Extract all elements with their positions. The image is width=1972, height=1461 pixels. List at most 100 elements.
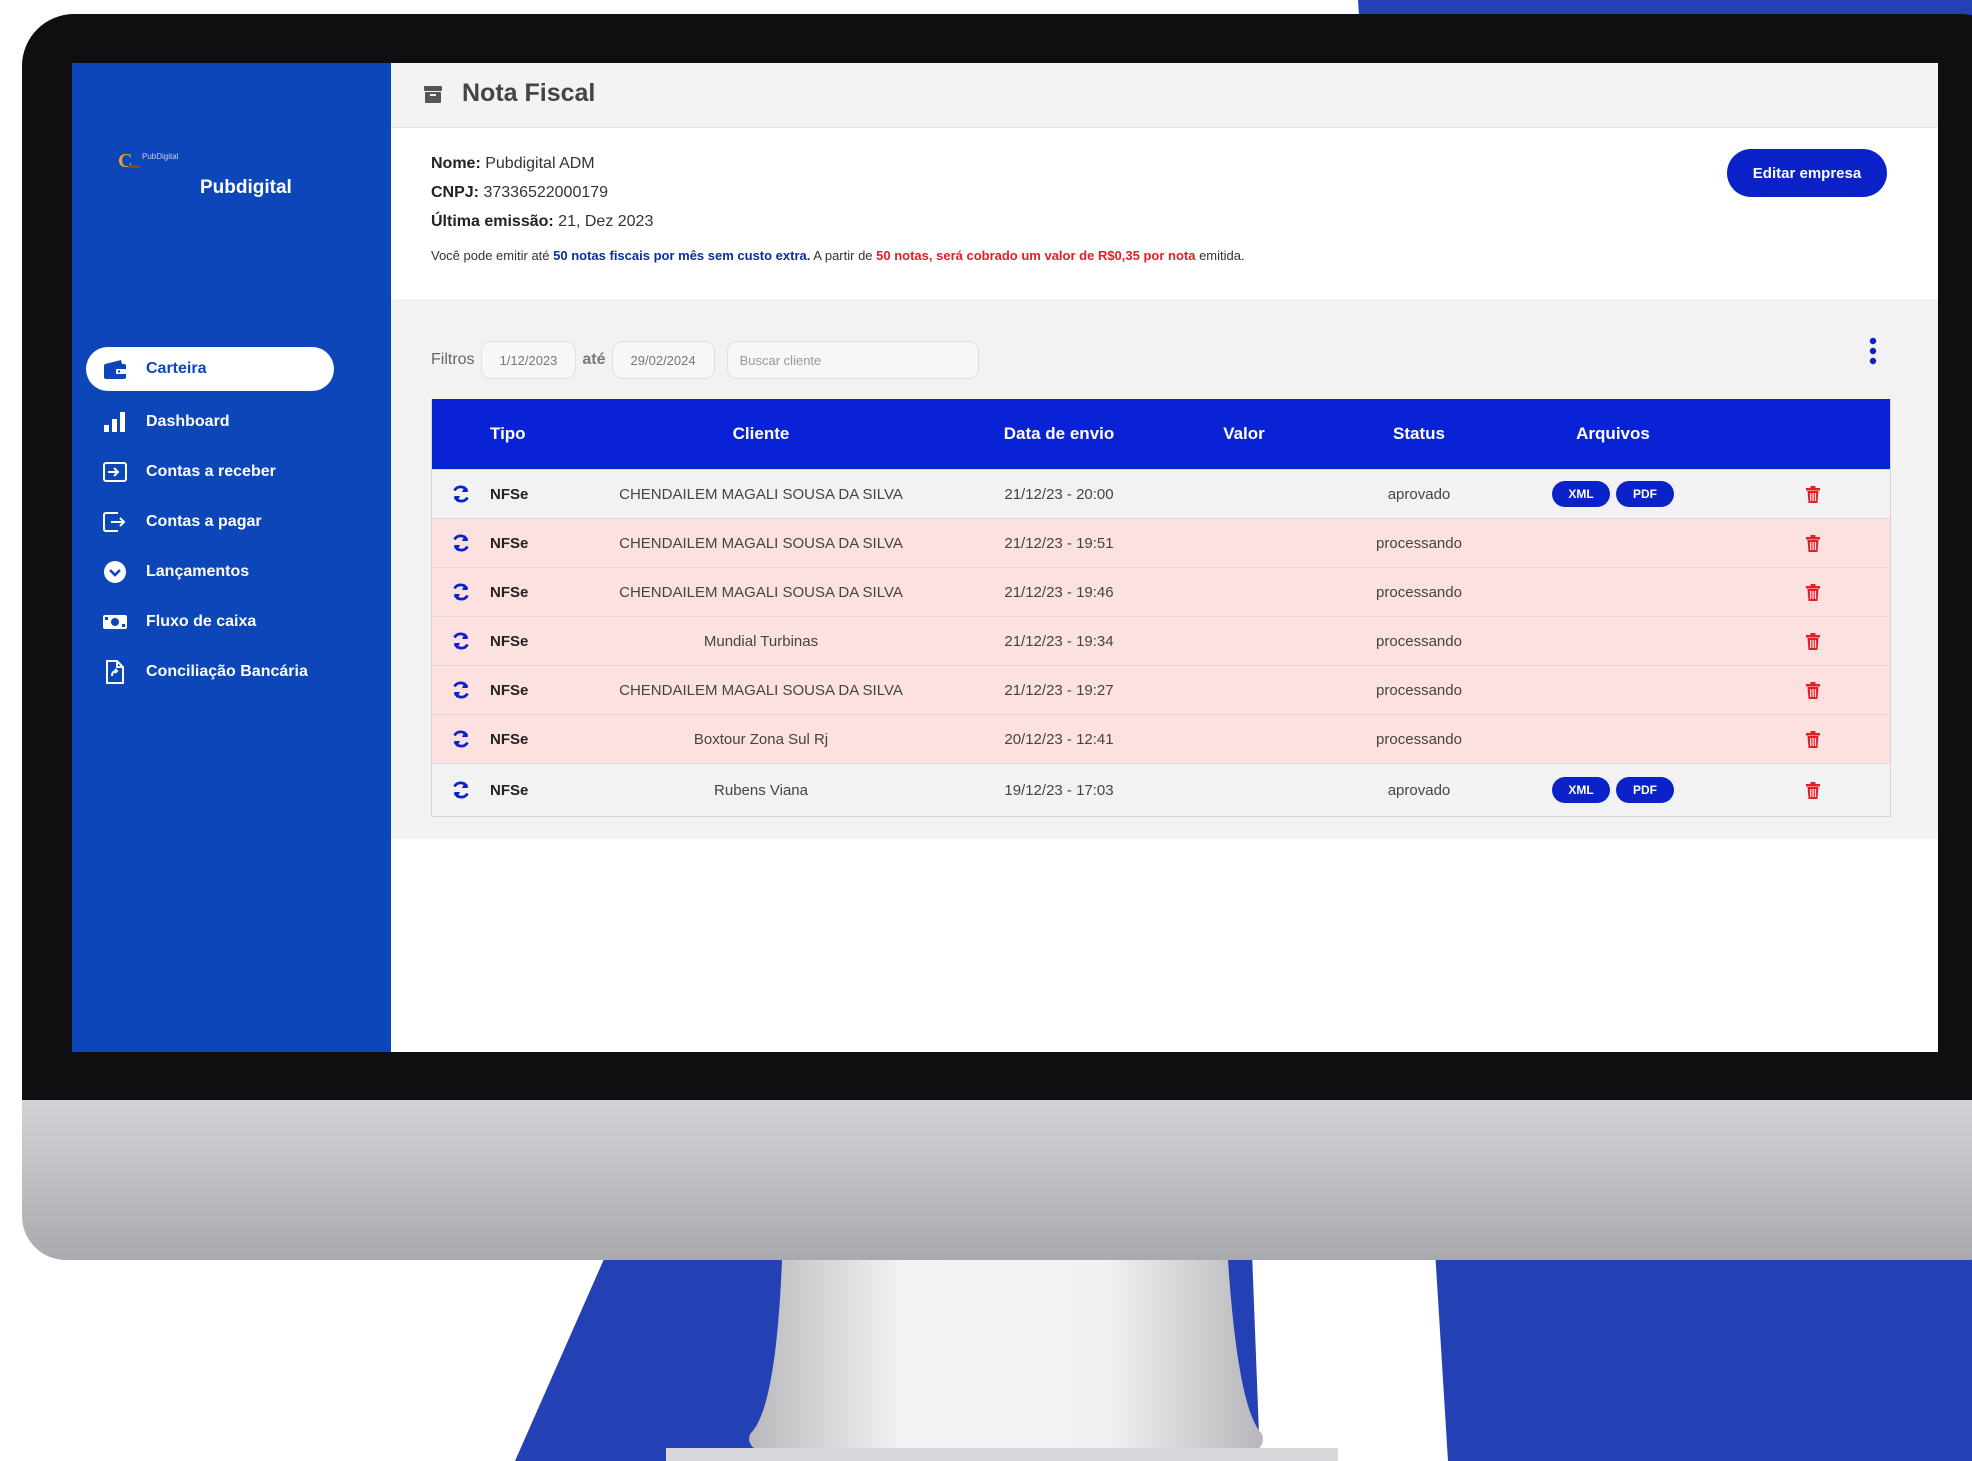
cell-status: aprovado: [1387, 781, 1451, 799]
cell-data: 21/12/23 - 19:51: [1004, 534, 1114, 552]
refresh-icon[interactable]: [451, 484, 471, 504]
table-row: NFSe CHENDAILEM MAGALI SOUSA DA SILVA 21…: [432, 567, 1890, 616]
date-from-input[interactable]: 1/12/2023: [480, 341, 577, 379]
trash-icon[interactable]: [1806, 583, 1820, 601]
sidebar-item-contas-a-receber[interactable]: Contas a receber: [86, 447, 382, 497]
bar-chart-icon: [102, 409, 128, 435]
sidebar-item-conciliacao-bancaria[interactable]: Conciliação Bancária: [86, 647, 382, 697]
table-row: NFSe CHENDAILEM MAGALI SOUSA DA SILVA 21…: [432, 518, 1890, 567]
cell-tipo: NFSe: [490, 632, 529, 650]
invoices-panel: Filtros 1/12/2023 até 29/02/2024 Buscar …: [391, 299, 1938, 839]
pdf-download-button[interactable]: PDF: [1616, 777, 1674, 803]
company-info: Nome: Pubdigital ADM CNPJ: 3733652200017…: [431, 149, 653, 236]
table-row: NFSe Boxtour Zona Sul Rj 20/12/23 - 12:4…: [432, 714, 1890, 763]
sidebar-item-label: Contas a pagar: [146, 513, 262, 530]
trash-icon[interactable]: [1806, 485, 1820, 503]
sign-out-icon: [102, 509, 128, 535]
notice-warning: 50 notas, será cobrado um valor de R$0,3…: [876, 248, 1196, 263]
cell-status: processando: [1376, 730, 1462, 748]
cell-data: 21/12/23 - 20:00: [1004, 485, 1114, 503]
table-row: NFSe Mundial Turbinas 21/12/23 - 19:34 p…: [432, 616, 1890, 665]
cell-status: aprovado: [1387, 485, 1451, 503]
sidebar-item-carteira[interactable]: Carteira: [86, 347, 334, 391]
ultima-emissao: 21, Dez 2023: [558, 213, 654, 230]
cnpj-label: CNPJ:: [431, 184, 480, 201]
trash-icon[interactable]: [1806, 781, 1820, 799]
sidebar-item-lancamentos[interactable]: Lançamentos: [86, 547, 382, 597]
notice-text: emitida.: [1195, 248, 1245, 263]
cell-status: processando: [1376, 632, 1462, 650]
table-row: NFSe CHENDAILEM MAGALI SOUSA DA SILVA 21…: [432, 469, 1890, 518]
brand-logo: C PubDigital: [118, 150, 179, 172]
trash-icon[interactable]: [1806, 681, 1820, 699]
refresh-icon[interactable]: [451, 680, 471, 700]
xml-download-button[interactable]: XML: [1552, 777, 1610, 803]
refresh-icon[interactable]: [451, 582, 471, 602]
cell-tipo: NFSe: [490, 485, 529, 503]
cell-data: 21/12/23 - 19:34: [1004, 632, 1114, 650]
company-name: Pubdigital ADM: [485, 155, 595, 172]
company-cnpj: 37336522000179: [483, 184, 609, 201]
cell-status: processando: [1376, 681, 1462, 699]
sidebar-nav: Carteira Dashboard Contas a receber Cont…: [86, 347, 382, 697]
cell-tipo: NFSe: [490, 534, 529, 552]
sidebar-item-label: Carteira: [146, 360, 207, 377]
billing-notice: Você pode emitir até 50 notas fiscais po…: [431, 248, 1245, 263]
sidebar-item-label: Dashboard: [146, 413, 230, 430]
money-icon: [102, 609, 128, 635]
cell-data: 20/12/23 - 12:41: [1004, 730, 1114, 748]
notice-highlight: 50 notas fiscais por mês sem custo extra…: [553, 248, 811, 263]
sidebar-item-fluxo-de-caixa[interactable]: Fluxo de caixa: [86, 597, 382, 647]
trash-icon[interactable]: [1806, 534, 1820, 552]
brand-logo-text: PubDigital: [142, 152, 179, 161]
screen: C PubDigital Pubdigital Carteira Dashboa…: [72, 63, 1938, 1052]
page-title: Nota Fiscal: [462, 79, 596, 107]
more-options-icon[interactable]: [1869, 337, 1877, 365]
cell-cliente: Rubens Viana: [714, 781, 808, 799]
sidebar-item-label: Conciliação Bancária: [146, 663, 308, 680]
xml-download-button[interactable]: XML: [1552, 481, 1610, 507]
nome-label: Nome:: [431, 155, 481, 172]
header-data: Data de envio: [1003, 424, 1115, 443]
date-range-separator: até: [582, 351, 606, 368]
sidebar: C PubDigital Pubdigital Carteira Dashboa…: [72, 63, 391, 1052]
cell-tipo: NFSe: [490, 583, 529, 601]
refresh-icon[interactable]: [451, 631, 471, 651]
cell-arquivos: XML PDF: [1490, 777, 1736, 803]
file-sync-icon: [102, 659, 128, 685]
trash-icon[interactable]: [1806, 632, 1820, 650]
cell-tipo: NFSe: [490, 681, 529, 699]
table-row: NFSe Rubens Viana 19/12/23 - 17:03 aprov…: [432, 763, 1890, 816]
chevron-circle-icon: [102, 559, 128, 585]
cell-cliente: Boxtour Zona Sul Rj: [693, 730, 829, 748]
search-client-input[interactable]: Buscar cliente: [726, 341, 979, 379]
sidebar-item-dashboard[interactable]: Dashboard: [86, 397, 382, 447]
refresh-icon[interactable]: [451, 533, 471, 553]
date-to-input[interactable]: 29/02/2024: [611, 341, 715, 379]
trash-icon[interactable]: [1806, 730, 1820, 748]
header-valor: Valor: [1223, 424, 1265, 443]
pdf-download-button[interactable]: PDF: [1616, 481, 1674, 507]
cell-cliente: CHENDAILEM MAGALI SOUSA DA SILVA: [619, 583, 903, 601]
wallet-icon: [102, 356, 128, 382]
cell-tipo: NFSe: [490, 781, 529, 799]
cell-data: 21/12/23 - 19:27: [1004, 681, 1114, 699]
sidebar-item-contas-a-pagar[interactable]: Contas a pagar: [86, 497, 382, 547]
cell-cliente: Mundial Turbinas: [703, 632, 819, 650]
cell-tipo: NFSe: [490, 730, 529, 748]
archive-icon: [424, 86, 442, 103]
cell-data: 19/12/23 - 17:03: [1004, 781, 1114, 799]
sidebar-item-label: Lançamentos: [146, 563, 250, 580]
cell-status: processando: [1376, 583, 1462, 601]
invoices-table: Tipo Cliente Data de envio Valor Status …: [431, 399, 1891, 817]
refresh-icon[interactable]: [451, 780, 471, 800]
svg-text:C: C: [118, 150, 132, 172]
topbar: Nota Fiscal: [391, 63, 1938, 128]
cell-cliente: CHENDAILEM MAGALI SOUSA DA SILVA: [619, 681, 903, 699]
filters-label: Filtros: [431, 351, 475, 368]
cell-cliente: CHENDAILEM MAGALI SOUSA DA SILVA: [619, 485, 903, 503]
edit-company-button[interactable]: Editar empresa: [1727, 149, 1887, 197]
cell-status: processando: [1376, 534, 1462, 552]
refresh-icon[interactable]: [451, 729, 471, 749]
main-content: Nota Fiscal Nome: Pubdigital ADM CNPJ: 3…: [391, 63, 1938, 1052]
